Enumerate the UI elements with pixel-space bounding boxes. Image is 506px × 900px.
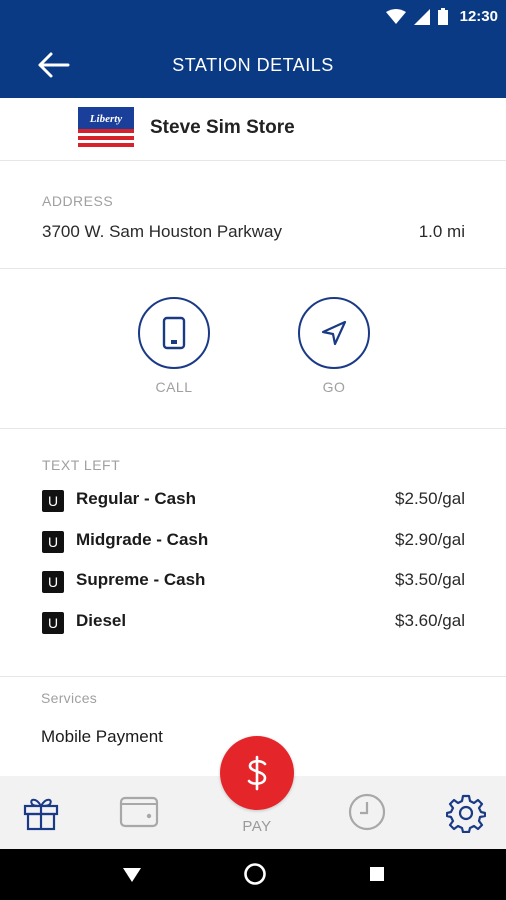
address-line: 3700 W. Sam Houston Parkway (42, 222, 283, 241)
cell-signal-icon (413, 8, 430, 25)
fuel-price: $2.90/gal (395, 530, 465, 549)
prices-label: TEXT LEFT (42, 457, 121, 473)
system-home-button[interactable] (243, 862, 267, 891)
nav-history[interactable] (347, 793, 387, 838)
fuel-badge: U (42, 612, 64, 634)
logo-text: Liberty (89, 113, 122, 125)
page-title: STATION DETAILS (172, 55, 334, 75)
price-row: U Regular - Cash $2.50/gal (42, 488, 465, 514)
address-section: ADDRESS 3700 W. Sam Houston Parkway 1.0 … (0, 160, 506, 269)
settings-gear-icon (445, 794, 487, 834)
dollar-icon (247, 755, 267, 791)
fuel-badge: U (42, 531, 64, 553)
system-home-icon (244, 863, 266, 885)
status-icons: 12:30 (385, 8, 498, 25)
navigation-arrow-icon (321, 320, 347, 346)
call-button[interactable]: CALL (134, 297, 214, 395)
fuel-price: $2.50/gal (395, 489, 465, 508)
services-label: Services (41, 690, 98, 706)
price-row: U Midgrade - Cash $2.90/gal (42, 529, 465, 555)
pay-button[interactable] (220, 736, 294, 810)
go-button[interactable]: GO (294, 297, 374, 395)
fuel-price: $3.60/gal (395, 611, 465, 630)
prices-section: TEXT LEFT U Regular - Cash $2.50/gal U M… (0, 428, 506, 677)
system-back-button[interactable] (121, 863, 143, 890)
system-nav-bar (0, 849, 506, 900)
system-recents-button[interactable] (369, 866, 385, 887)
liberty-logo: Liberty (78, 107, 134, 147)
call-label: CALL (155, 379, 193, 395)
gift-icon (23, 798, 59, 831)
fuel-name: Midgrade - Cash (76, 530, 209, 549)
status-time: 12:30 (459, 8, 498, 25)
go-circle[interactable] (298, 297, 370, 369)
distance: 1.0 mi (418, 222, 465, 241)
history-clock-icon (348, 793, 386, 831)
fuel-name: Regular - Cash (76, 489, 196, 508)
system-back-icon (123, 868, 141, 882)
go-label: GO (322, 379, 346, 395)
fuel-name: Diesel (76, 611, 127, 630)
actions-section: CALL GO (0, 268, 506, 429)
station-header: Liberty Steve Sim Store (0, 98, 506, 161)
nav-settings[interactable] (445, 793, 487, 838)
fuel-badge: U (42, 571, 64, 593)
nav-gift[interactable] (22, 793, 60, 836)
service-item: Mobile Payment (41, 727, 163, 746)
app-bar: STATION DETAILS (0, 34, 506, 98)
wallet-icon (119, 796, 159, 828)
nav-wallet[interactable] (118, 793, 160, 836)
wifi-icon (385, 8, 406, 24)
battery-icon (437, 8, 448, 25)
fuel-badge: U (42, 490, 64, 512)
call-circle[interactable] (138, 297, 210, 369)
status-bar: 12:30 (0, 0, 506, 34)
pay-label: PAY (242, 818, 272, 835)
fuel-price: $3.50/gal (395, 570, 465, 589)
station-name: Steve Sim Store (150, 117, 295, 138)
price-row: U Supreme - Cash $3.50/gal (42, 569, 465, 595)
fuel-name: Supreme - Cash (76, 570, 206, 589)
address-label: ADDRESS (42, 193, 114, 209)
price-row: U Diesel $3.60/gal (42, 610, 465, 636)
system-recents-icon (370, 867, 384, 881)
phone-icon (162, 316, 186, 350)
